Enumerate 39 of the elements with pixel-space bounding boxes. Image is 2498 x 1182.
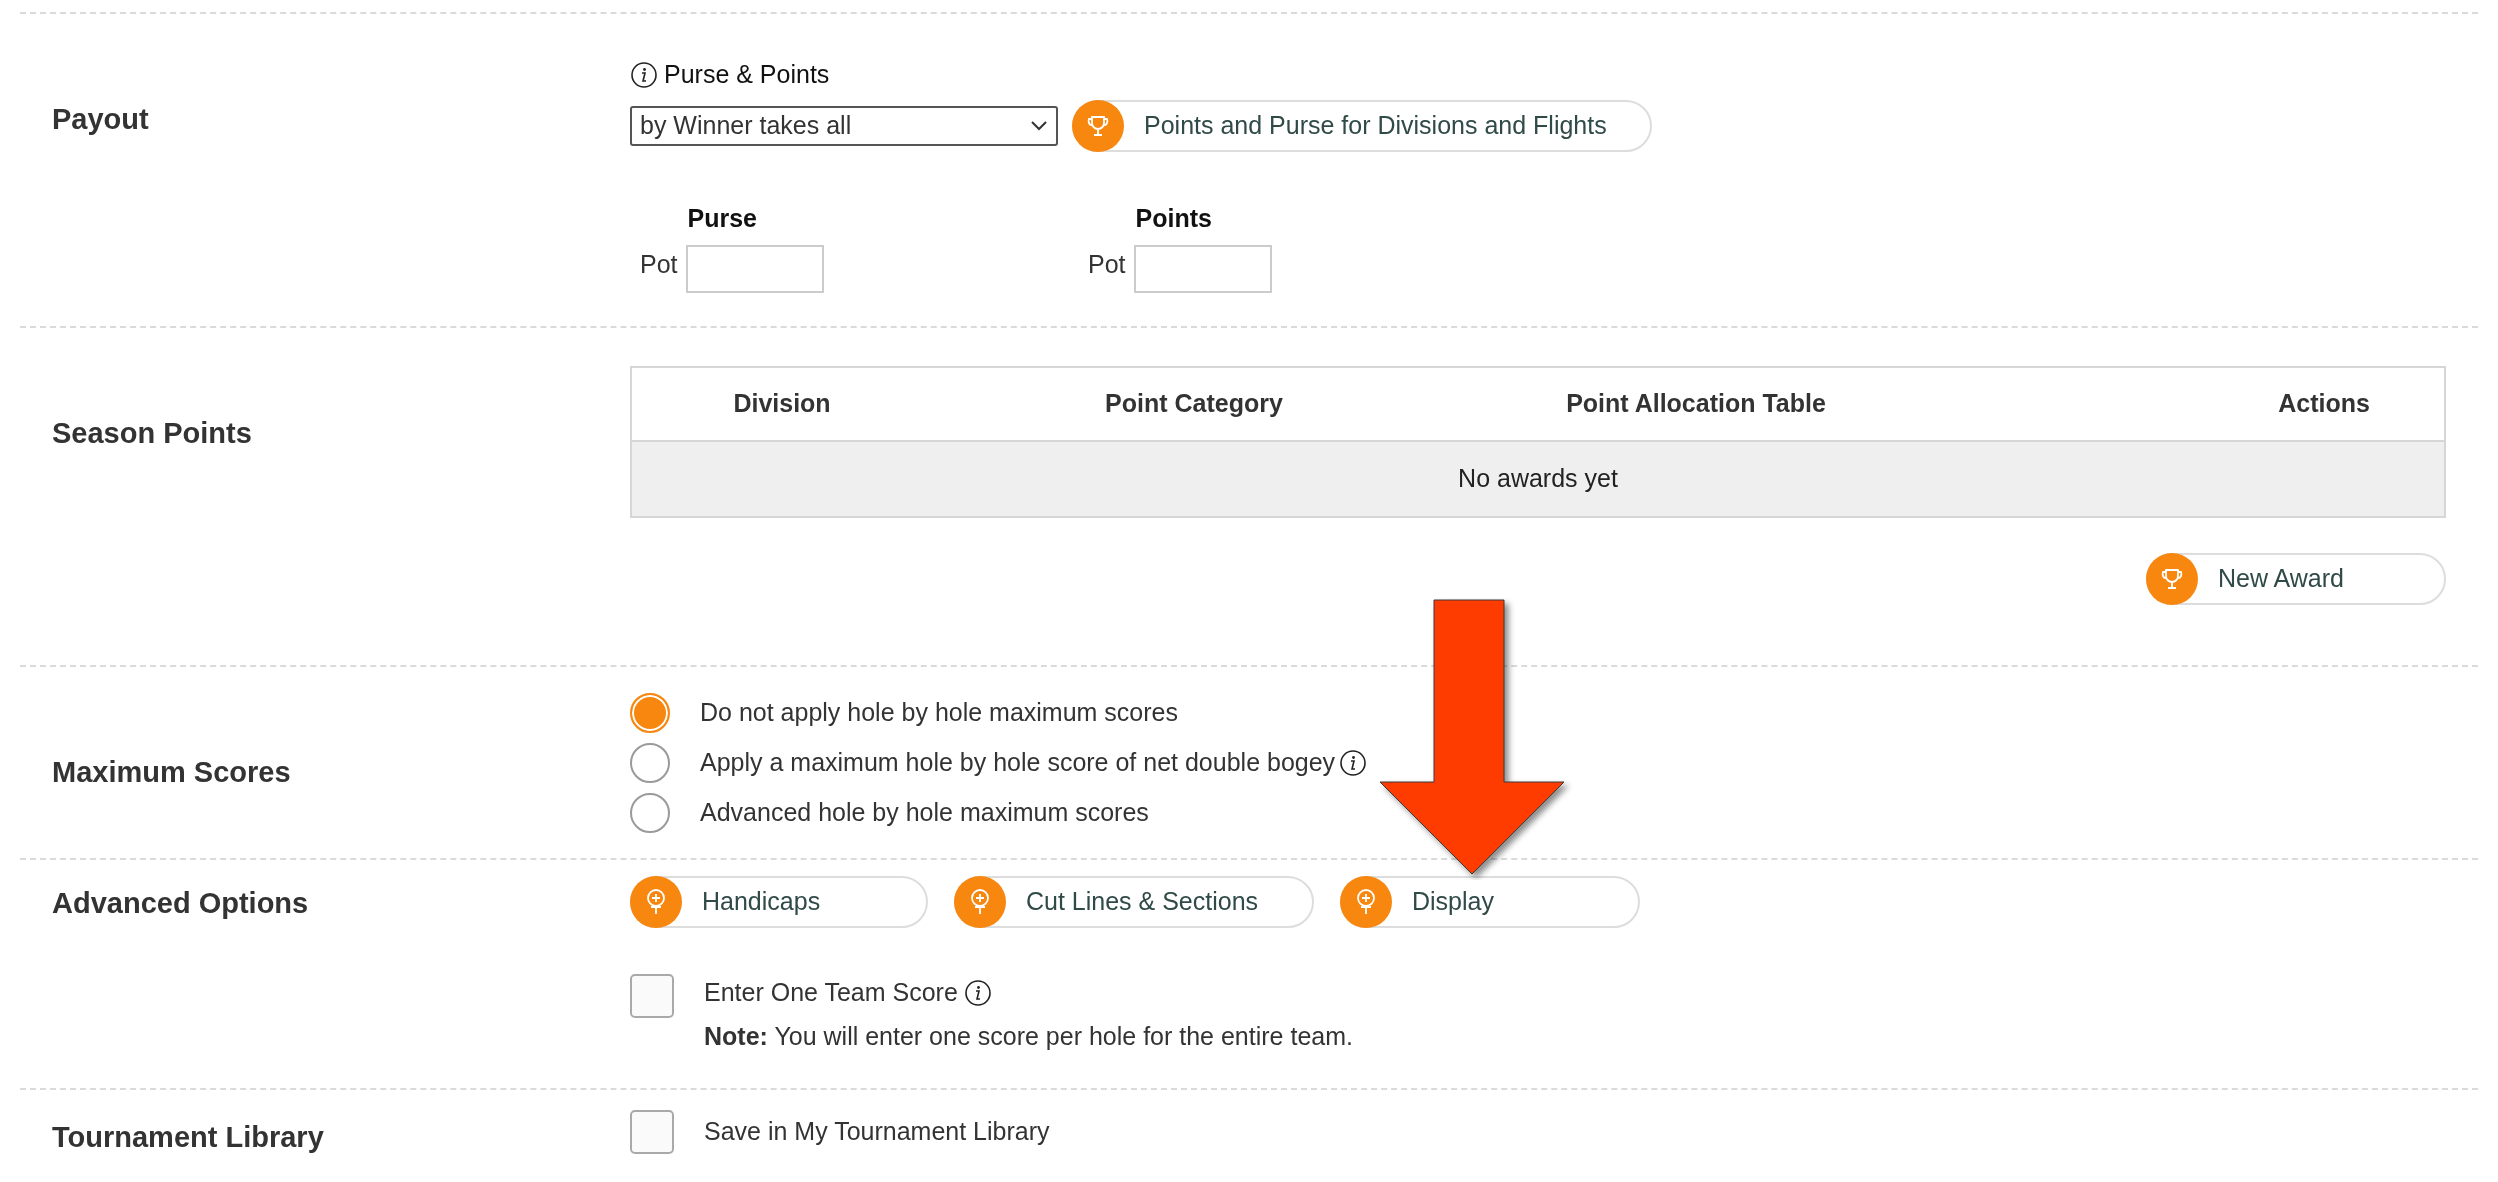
radio-label: Apply a maximum hole by hole score of net double bogey bbox=[700, 747, 1336, 779]
radio-label: Advanced hole by hole maximum scores bbox=[700, 797, 1149, 829]
empty-message: No awards yet bbox=[1458, 463, 1618, 495]
checkbox-label: Enter One Team Score bbox=[704, 977, 958, 1008]
payout-select[interactable]: by Winner takes all bbox=[630, 105, 1058, 146]
note-text: Note: You will enter one score per hole for the entire team. bbox=[704, 1020, 1353, 1052]
pill-button[interactable]: Points and Purse for Divisions and Flights bbox=[1072, 99, 1652, 152]
section-label: Payout bbox=[52, 103, 149, 135]
pill-button[interactable]: Display bbox=[1340, 876, 1640, 928]
radio-button[interactable] bbox=[630, 693, 670, 733]
field-label: Pot bbox=[1087, 249, 1126, 281]
radio-label: Do not apply hole by hole maximum scores bbox=[700, 697, 1178, 729]
trophy-icon bbox=[2159, 566, 2185, 592]
chevron-down-icon bbox=[1030, 119, 1048, 132]
column-heading: Purse bbox=[686, 202, 758, 234]
pot-input[interactable] bbox=[1133, 245, 1272, 293]
info-icon bbox=[630, 60, 658, 89]
radio-button[interactable] bbox=[630, 793, 670, 833]
radio-button[interactable] bbox=[630, 743, 670, 783]
section-label: Tournament Library bbox=[52, 1121, 324, 1153]
section-label: Season Points bbox=[52, 417, 252, 449]
pill-button[interactable]: New Award bbox=[2146, 553, 2446, 605]
info-icon bbox=[963, 978, 992, 1007]
pill-button[interactable]: Cut Lines & Sections bbox=[954, 876, 1314, 928]
checkbox-label: Save in My Tournament Library bbox=[704, 1116, 1050, 1148]
field-label: Purse & Points bbox=[664, 59, 830, 90]
pot-input[interactable] bbox=[685, 245, 824, 293]
column-header: Division bbox=[733, 389, 831, 418]
info-icon bbox=[1339, 749, 1368, 777]
field-label: Pot bbox=[639, 249, 678, 281]
column-header: Point Category bbox=[1105, 389, 1283, 418]
column-heading: Points bbox=[1134, 202, 1213, 234]
column-header: Actions bbox=[2278, 389, 2370, 418]
section-label: Maximum Scores bbox=[52, 756, 291, 788]
checkbox[interactable] bbox=[630, 1110, 674, 1154]
checkbox[interactable] bbox=[630, 974, 674, 1018]
pill-button[interactable]: Handicaps bbox=[630, 876, 928, 928]
column-header: Point Allocation Table bbox=[1566, 389, 1826, 418]
section-label: Advanced Options bbox=[52, 887, 309, 919]
